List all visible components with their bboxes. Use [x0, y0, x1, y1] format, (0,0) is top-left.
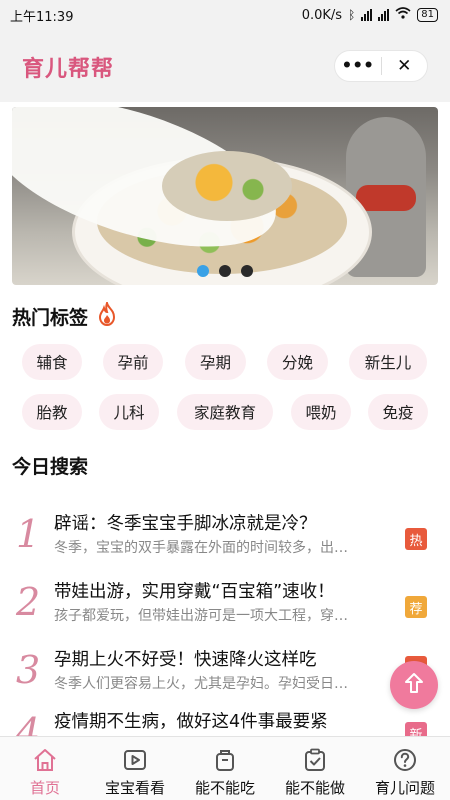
hot-tags-title: 热门标签: [12, 307, 89, 329]
tab-baby-watch[interactable]: 宝宝看看: [90, 737, 180, 800]
search-list-item[interactable]: 2 带娃出游，实用穿戴“百宝箱”速收！ 孩子都爱玩，但带娃出游可是一项大工程，穿…: [0, 574, 450, 644]
signal-icon-2: [378, 9, 390, 21]
tag-item[interactable]: 新生儿: [349, 344, 427, 380]
battery-indicator: 81: [417, 8, 438, 22]
tag-item[interactable]: 分娩: [267, 344, 328, 380]
search-item-title: 带娃出游，实用穿戴“百宝箱”速收！: [54, 582, 335, 602]
tab-label: 能不能吃: [194, 779, 255, 797]
network-speed: 0.0K/s: [301, 7, 343, 23]
wifi-icon: [395, 7, 411, 23]
tag-item[interactable]: 辅食: [22, 344, 82, 380]
tab-label: 首页: [29, 779, 60, 797]
search-item-desc: 冬季人们更容易上火，尤其是孕妇。孕妇受日…: [54, 676, 348, 692]
close-icon: ✕: [397, 56, 412, 76]
question-icon: [392, 747, 418, 773]
close-button[interactable]: ✕: [382, 51, 428, 81]
tag-row: 胎教 儿科 家庭教育 喂奶 免疫: [0, 394, 450, 432]
video-icon: [122, 747, 148, 773]
status-time: 上午11:39: [10, 9, 74, 25]
tag-item[interactable]: 家庭教育: [177, 394, 273, 430]
tag-item[interactable]: 免疫: [368, 394, 428, 430]
tag-row: 辅食 孕前 孕期 分娩 新生儿: [0, 344, 450, 382]
carousel-dot[interactable]: [197, 265, 209, 277]
arrow-up-icon: [403, 671, 425, 699]
tag-item[interactable]: 喂奶: [291, 394, 351, 430]
tab-label: 育儿问题: [374, 779, 435, 797]
hot-tags-heading: 热门标签: [12, 299, 118, 331]
search-item-desc: 孩子都爱玩，但带娃出游可是一项大工程，穿…: [54, 608, 348, 624]
tab-label: 能不能做: [284, 779, 345, 797]
signal-icon: [361, 9, 373, 21]
mini-program-capsule: ••• ✕: [334, 50, 428, 82]
rank-number: 3: [16, 648, 41, 692]
tag-item[interactable]: 儿科: [99, 394, 159, 430]
hot-tags-list: 辅食 孕前 孕期 分娩 新生儿 胎教 儿科 家庭教育 喂奶 免疫: [0, 344, 450, 444]
carousel-dot[interactable]: [241, 265, 253, 277]
search-item-title: 疫情期不生病，做好这4件事最要紧: [54, 712, 328, 732]
carousel-dot[interactable]: [219, 265, 231, 277]
rank-number: 4: [16, 710, 41, 736]
search-list-item[interactable]: 1 辟谣：冬季宝宝手脚冰凉就是冷？ 冬季，宝宝的双手暴露在外面的时间较多，出… …: [0, 506, 450, 576]
search-list-item[interactable]: 4 疫情期不生病，做好这4件事最要紧 新: [0, 704, 450, 736]
tag-item[interactable]: 胎教: [22, 394, 82, 430]
home-icon: [32, 747, 58, 773]
banner-carousel[interactable]: [12, 107, 438, 285]
more-button[interactable]: •••: [335, 51, 381, 81]
tab-parenting-questions[interactable]: 育儿问题: [360, 737, 450, 800]
tab-home[interactable]: 首页: [0, 737, 90, 800]
bluetooth-icon: ᛒ: [348, 8, 356, 22]
app-title: 育儿帮帮: [22, 57, 115, 82]
scroll-top-button[interactable]: [390, 661, 438, 709]
today-search-title: 今日搜索: [12, 456, 89, 478]
search-item-desc: 冬季，宝宝的双手暴露在外面的时间较多，出…: [54, 540, 348, 556]
hot-badge: 热: [405, 528, 427, 550]
tab-can-eat[interactable]: 能不能吃: [180, 737, 270, 800]
today-search-heading: 今日搜索: [12, 452, 88, 479]
tab-label: 宝宝看看: [104, 779, 165, 797]
fire-icon: [96, 299, 118, 331]
tab-can-do[interactable]: 能不能做: [270, 737, 360, 800]
rank-number: 2: [16, 580, 41, 624]
tag-item[interactable]: 孕前: [103, 344, 163, 380]
more-icon: •••: [341, 56, 375, 76]
search-item-title: 辟谣：冬季宝宝手脚冰凉就是冷？: [54, 514, 317, 534]
status-icons: 0.0K/s ᛒ 81: [302, 7, 438, 23]
new-badge: 新: [405, 722, 427, 736]
clipboard-check-icon: [302, 747, 328, 773]
rank-number: 1: [16, 512, 41, 556]
app-header: 育儿帮帮 ••• ✕: [0, 30, 450, 102]
search-list-item[interactable]: 3 孕期上火不好受！快速降火这样吃 冬季人们更容易上火，尤其是孕妇。孕妇受日… …: [0, 642, 450, 712]
status-bar: 上午11:39 0.0K/s ᛒ 81: [0, 0, 450, 30]
recommend-badge: 荐: [405, 596, 427, 618]
tag-item[interactable]: 孕期: [185, 344, 246, 380]
carousel-dots: [12, 265, 438, 277]
bag-icon: [212, 747, 238, 773]
banner-toy-scarf: [356, 185, 416, 211]
search-item-title: 孕期上火不好受！快速降火这样吃: [54, 650, 317, 670]
bottom-tab-bar: 首页 宝宝看看 能不能吃 能不能做 育儿问题: [0, 736, 450, 800]
banner-spoon-food: [162, 151, 292, 221]
